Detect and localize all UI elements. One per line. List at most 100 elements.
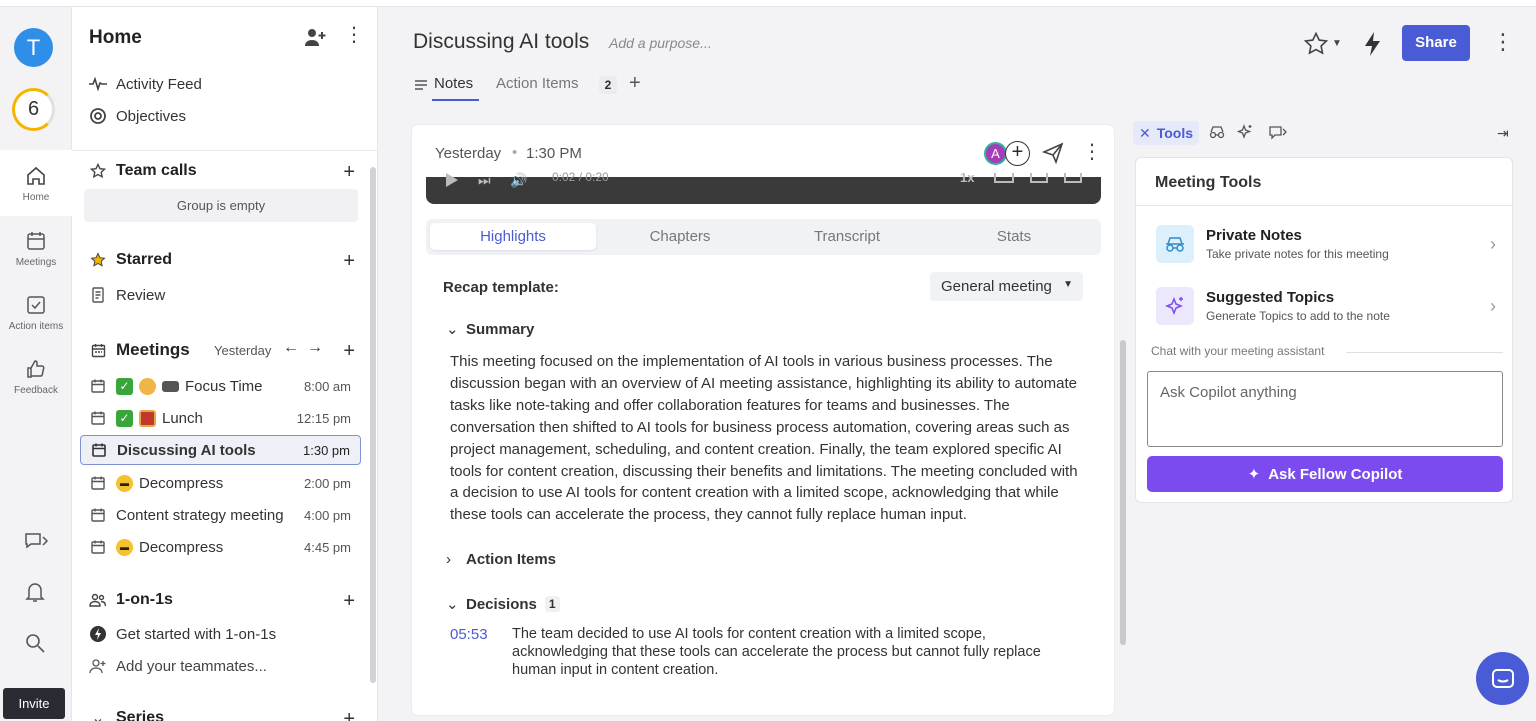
support-chat-button[interactable] — [1476, 652, 1529, 705]
play-icon[interactable] — [446, 173, 458, 187]
more-options-icon[interactable]: ⋮ — [1492, 31, 1514, 53]
skip-icon[interactable]: ⏭ — [478, 172, 491, 189]
sidebar-more-icon[interactable]: ⋮ — [344, 25, 364, 45]
meeting-title: Decompress — [139, 474, 224, 492]
bento-emoji-icon — [139, 409, 156, 427]
section-team-calls[interactable]: Team calls — [88, 161, 361, 181]
star-dropdown-icon[interactable]: ▼ — [1332, 38, 1342, 49]
meeting-item[interactable]: ▬ Decompress 4:45 pm — [80, 532, 361, 562]
sidebar-item-get-started[interactable]: Get started with 1-on-1s — [88, 624, 361, 644]
tab-action-items[interactable]: Action Items — [496, 75, 579, 92]
add-starred-button[interactable]: + — [343, 251, 355, 271]
decision-text[interactable]: The team decided to use AI tools for con… — [512, 626, 1077, 679]
participant-avatar[interactable]: A — [984, 142, 1007, 165]
page-title[interactable]: Discussing AI tools — [413, 30, 589, 54]
sidebar-scrollbar[interactable] — [370, 167, 376, 683]
decision-timestamp[interactable]: 05:53 — [450, 626, 488, 643]
meeting-item-selected[interactable]: Discussing AI tools 1:30 pm — [80, 435, 361, 465]
copilot-input[interactable]: Ask Copilot anything — [1147, 371, 1503, 447]
note-time: 1:30 PM — [526, 145, 582, 162]
section-starred[interactable]: Starred — [88, 250, 361, 270]
bell-icon[interactable] — [24, 580, 46, 604]
add-meeting-button[interactable]: + — [343, 341, 355, 361]
collapse-panel-icon[interactable]: ⇥ — [1497, 125, 1509, 142]
note-more-icon[interactable]: ⋮ — [1082, 142, 1102, 162]
glasses-icon[interactable] — [1209, 125, 1225, 139]
tab-tools-label: Tools — [1156, 125, 1194, 141]
pip-icon[interactable] — [1030, 173, 1048, 183]
meeting-time: 4:45 pm — [304, 539, 351, 555]
score-badge[interactable]: 6 — [12, 88, 55, 131]
note-scrollbar[interactable] — [1120, 340, 1126, 645]
rail-feedback[interactable]: Feedback — [0, 357, 72, 407]
subtab-stats[interactable]: Stats — [931, 223, 1097, 250]
action-items-heading[interactable]: › Action Items — [446, 551, 556, 568]
card-divider — [1136, 205, 1512, 206]
notes-list-icon — [415, 80, 427, 90]
rail-home[interactable]: Home — [0, 150, 72, 216]
send-icon[interactable] — [1042, 142, 1064, 164]
add-participant-button[interactable]: + — [1005, 141, 1030, 166]
fullscreen-icon[interactable] — [1064, 173, 1082, 183]
tab-tools[interactable]: ✕ Tools — [1133, 121, 1200, 145]
section-series[interactable]: ⌄ Series — [88, 708, 361, 721]
add-series-button[interactable]: + — [343, 709, 355, 721]
prev-day-button[interactable]: ← — [283, 339, 299, 357]
ask-copilot-button[interactable]: ✦ Ask Fellow Copilot — [1147, 456, 1503, 492]
tab-notes[interactable]: Notes — [434, 75, 473, 92]
meeting-item[interactable]: ▬ Decompress 2:00 pm — [80, 468, 361, 498]
sidebar-item-objectives[interactable]: Objectives — [88, 106, 361, 126]
add-tab-button[interactable]: + — [629, 72, 641, 95]
star-outline-icon[interactable] — [1303, 31, 1329, 57]
summary-heading[interactable]: ⌄ Summary — [446, 320, 534, 339]
chat-icon[interactable] — [23, 529, 49, 553]
sidebar-item-activity-feed[interactable]: Activity Feed — [88, 74, 361, 94]
sidebar-item-label: Get started with 1-on-1s — [116, 625, 277, 643]
sidebar-divider — [72, 150, 378, 151]
thumbs-up-icon — [24, 357, 48, 381]
suggested-topics-item[interactable]: Suggested Topics Generate Topics to add … — [1156, 286, 1500, 326]
lightning-icon[interactable] — [1363, 31, 1383, 57]
purpose-input[interactable]: Add a purpose... — [609, 35, 712, 51]
sparkle-icon[interactable] — [1237, 124, 1253, 140]
meeting-item[interactable]: ✓ Focus Time 8:00 am — [80, 371, 361, 401]
private-notes-item[interactable]: Private Notes Take private notes for thi… — [1156, 224, 1500, 264]
recap-template-select[interactable]: General meeting ▼ — [930, 272, 1083, 301]
meeting-item[interactable]: Content strategy meeting 4:00 pm — [80, 500, 361, 530]
sidebar-item-add-teammates[interactable]: Add your teammates... — [88, 656, 361, 676]
decisions-heading[interactable]: ⌄ Decisions 1 — [446, 595, 560, 613]
chevron-down-icon: ⌄ — [446, 321, 459, 338]
decisions-label: Decisions — [466, 595, 537, 613]
player-speed[interactable]: 1x — [960, 170, 974, 185]
meeting-time: 2:00 pm — [304, 475, 351, 491]
subtab-transcript[interactable]: Transcript — [764, 223, 930, 250]
chat-bubble-icon[interactable] — [1268, 124, 1288, 140]
add-person-outline-icon — [88, 656, 108, 676]
sidebar-title: Home — [89, 27, 142, 48]
invite-button[interactable]: Invite — [3, 688, 65, 719]
section-one-on-ones[interactable]: 1-on-1s — [88, 590, 361, 610]
person-emoji-icon — [139, 377, 156, 395]
user-avatar[interactable]: T — [14, 28, 53, 67]
search-icon[interactable] — [23, 631, 47, 655]
sidebar-item-review[interactable]: Review — [88, 285, 361, 305]
summary-text[interactable]: This meeting focused on the implementati… — [450, 351, 1082, 526]
subtab-highlights[interactable]: Highlights — [430, 223, 596, 250]
rail-meetings[interactable]: Meetings — [0, 229, 72, 279]
captions-icon[interactable] — [994, 173, 1014, 183]
rail-home-label: Home — [22, 192, 50, 203]
section-label: 1-on-1s — [116, 591, 173, 608]
share-button[interactable]: Share — [1402, 25, 1470, 61]
meeting-item[interactable]: ✓ Lunch 12:15 pm — [80, 403, 361, 433]
rail-action-items[interactable]: Action items — [0, 293, 72, 343]
section-label: Meetings — [116, 340, 190, 359]
add-team-call-button[interactable]: + — [343, 162, 355, 182]
subtab-chapters[interactable]: Chapters — [597, 223, 763, 250]
sunglasses-emoji-icon: ▬ — [116, 474, 133, 492]
add-person-icon[interactable] — [303, 27, 327, 49]
volume-icon[interactable]: 🔊 — [510, 172, 527, 189]
video-player[interactable]: ⏭ 🔊 0:02 / 0:20 1x — [426, 170, 1101, 204]
add-one-on-one-button[interactable]: + — [343, 591, 355, 611]
next-day-button[interactable]: → — [307, 339, 323, 357]
action-items-count-badge: 2 — [599, 76, 617, 94]
